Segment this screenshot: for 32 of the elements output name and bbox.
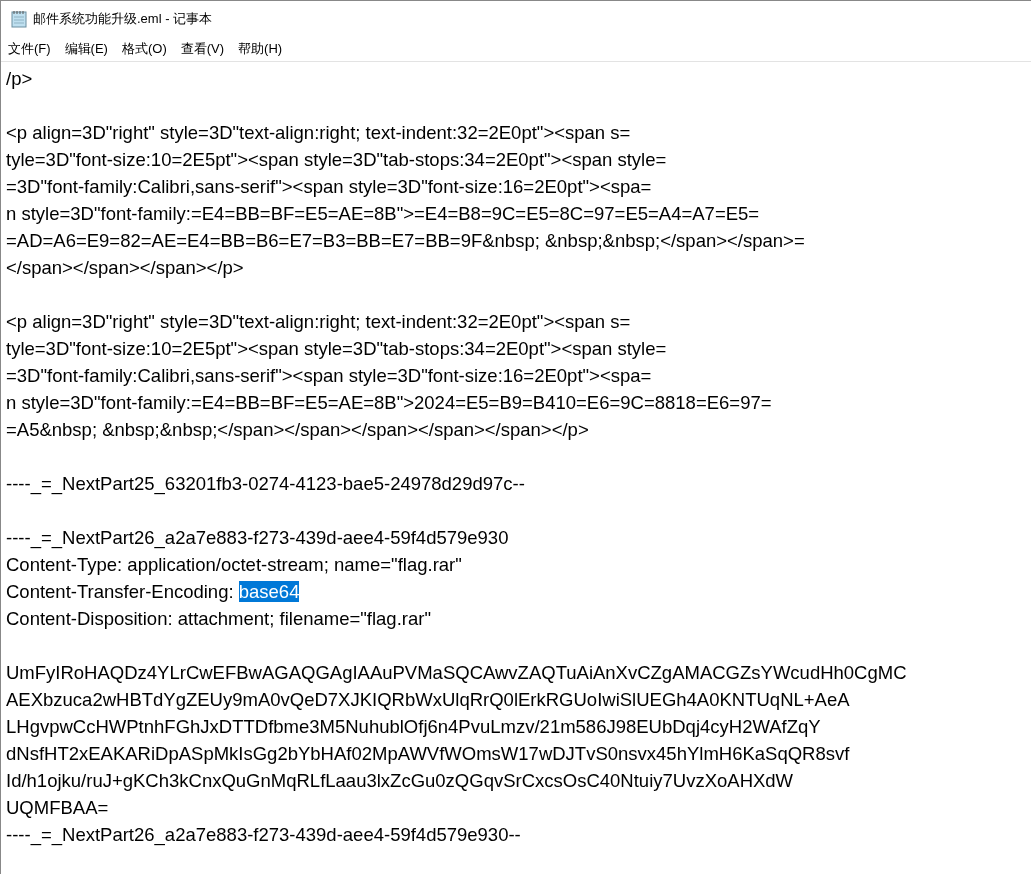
text-line: Id/h1ojku/ruJ+gKCh3kCnxQuGnMqRLfLaau3lxZcGu0zQGqvSrCxcsOsC40Ntuiy7UvzXoAHXdW — [6, 769, 794, 793]
menu-item[interactable]: 文件(F) — [8, 40, 51, 58]
text-line: UmFyIRoHAQDz4YLrCwEFBwAGAQGAgIAAuPVMaSQCAwvZAQTuAiAnXvCZgAMACGZsYWcudHh0CgMC — [6, 661, 907, 685]
text-line: <p align=3D"right" style=3D"text-align:right; text-indent:32=2E0pt"><span s= — [6, 121, 631, 145]
text-line: Content-Transfer-Encoding: — [6, 581, 235, 602]
text-line: =3D"font-family:Calibri,sans-serif"><span style=3D"font-size:16=2E0pt"><spa= — [6, 175, 652, 199]
window-title: 邮件系统功能升级.eml - 记事本 — [33, 10, 213, 28]
text-line: =3D"font-family:Calibri,sans-serif"><span style=3D"font-size:16=2E0pt"><spa= — [6, 364, 652, 388]
menu-item[interactable]: 编辑(E) — [64, 40, 108, 58]
text-line: LHgvpwCcHWPtnhFGhJxDTTDfbme3M5NuhublOfj6n4PvuLmzv/21m586J98EUbDqj4cyH2WAfZqY — [6, 715, 821, 739]
text-line: tyle=3D"font-size:10=2E5pt"><span style=3D"tab-stops:34=2E0pt"><span style= — [6, 337, 667, 361]
text-line: ----_=_NextPart26_a2a7e883-f273-439d-aee4-59f4d579e930 — [6, 526, 509, 551]
text-line: =AD=A6=E9=82=AE=E4=BB=B6=E7=B3=BB=E7=BB=9F&nbsp; &nbsp;&nbsp;</span></span>= — [6, 229, 805, 253]
text-line: tyle=3D"font-size:10=2E5pt"><span style=3D"tab-stops:34=2E0pt"><span style= — [6, 148, 667, 172]
text-line: n style=3D"font-family:=E4=BB=BF=E5=AE=8B">2024=E5=B9=B410=E6=9C=8818=E6=97= — [6, 391, 772, 415]
text-line: UQMFBAA= — [6, 796, 109, 820]
text-line: dNsfHT2xEAKARiDpASpMkIsGg2bYbHAf02MpAWVfWOmsW17wDJTvS0nsvx45hYlmH6KaSqQR8svf — [6, 742, 850, 766]
notepad-icon — [11, 10, 27, 28]
selected-text: base64 — [238, 581, 300, 602]
text-line: <p align=3D"right" style=3D"text-align:right; text-indent:32=2E0pt"><span s= — [6, 310, 631, 334]
menu-item[interactable]: 查看(V) — [180, 40, 225, 58]
text-line: ----_=_NextPart25_63201fb3-0274-4123-bae5-24978d29d97c-- — [6, 472, 525, 497]
text-line: =A5&nbsp; &nbsp;&nbsp;</span></span></span></span></span></p> — [6, 418, 589, 442]
text-line: </span></span></span></p> — [6, 256, 244, 280]
text-line: ----_=_NextPart26_a2a7e883-f273-439d-aee4-59f4d579e930-- — [6, 823, 521, 848]
menu-item[interactable]: 帮助(H) — [238, 40, 283, 58]
text-line: AEXbzuca2wHBTdYgZEUy9mA0vQeD7XJKIQRbWxUlqRrQ0lErkRGUoIwiSlUEGh4A0KNTUqNL+AeA — [6, 688, 850, 712]
text-line: Content-Type: application/octet-stream; name="flag.rar" — [6, 553, 462, 577]
text-line: Content-Disposition: attachment; filename="flag.rar" — [6, 607, 431, 631]
text-line: /p> — [6, 67, 33, 91]
menu-item[interactable]: 格式(O) — [121, 40, 167, 58]
text-line: n style=3D"font-family:=E4=BB=BF=E5=AE=8B">=E4=B8=9C=E5=8C=97=E5=A4=A7=E5= — [6, 202, 760, 226]
